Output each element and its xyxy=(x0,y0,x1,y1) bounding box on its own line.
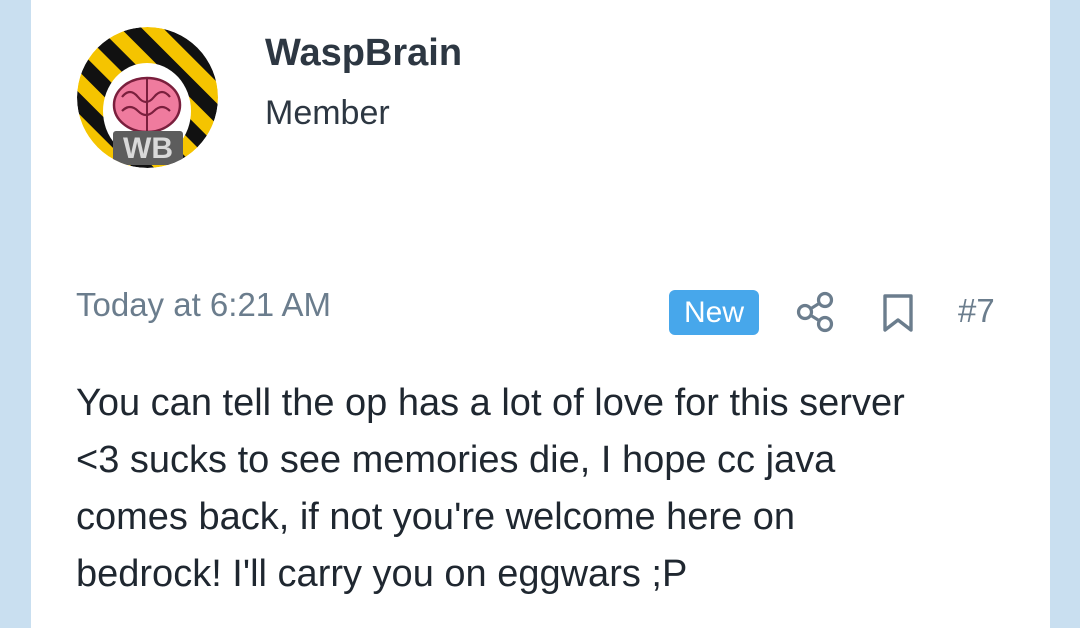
new-badge: New xyxy=(669,290,759,335)
post-number-link[interactable]: #7 xyxy=(958,289,995,333)
bookmark-icon[interactable] xyxy=(881,293,915,333)
brain-hazard-avatar-icon: WB xyxy=(77,27,218,168)
user-role: Member xyxy=(265,94,390,132)
username[interactable]: WaspBrain xyxy=(265,30,462,76)
svg-text:WB: WB xyxy=(123,132,173,165)
post-body-line: comes back, if not you're welcome here o… xyxy=(76,496,796,538)
post-body: You can tell the op has a lot of love fo… xyxy=(76,375,1026,603)
post-body-line: You can tell the op has a lot of love fo… xyxy=(76,382,905,424)
post-body-line: <3 sucks to see memories die, I hope cc … xyxy=(76,439,836,481)
avatar[interactable]: WB xyxy=(77,27,218,168)
post-timestamp[interactable]: Today at 6:21 AM xyxy=(76,283,331,327)
post-body-line: bedrock! I'll carry you on eggwars ;P xyxy=(76,553,688,595)
share-icon[interactable] xyxy=(796,291,836,333)
